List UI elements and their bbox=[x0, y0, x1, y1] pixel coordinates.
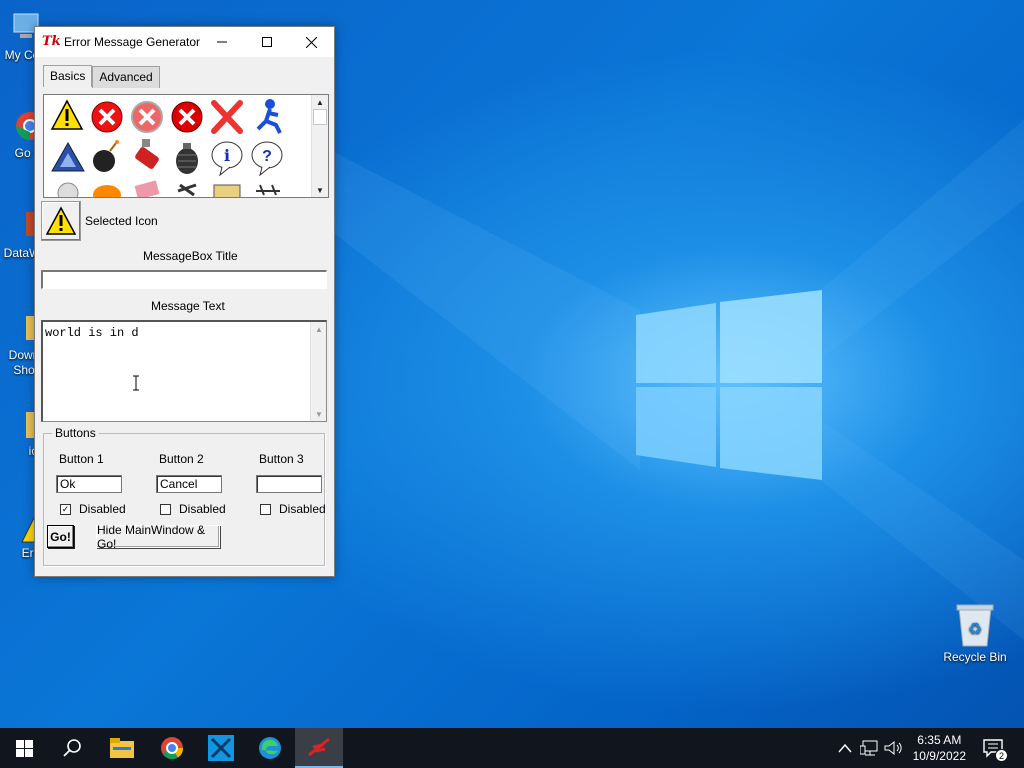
scroll-down-arrow[interactable]: ▼ bbox=[311, 407, 327, 421]
taskbar-error-generator[interactable] bbox=[295, 728, 343, 768]
button1-disabled-checkbox[interactable]: ✓ Disabled bbox=[60, 502, 126, 516]
taskbar-app-blue[interactable] bbox=[197, 728, 245, 768]
x-icon bbox=[211, 100, 243, 134]
edge-icon bbox=[259, 737, 281, 759]
button2-text-input[interactable]: Cancel bbox=[156, 475, 222, 493]
minimize-icon bbox=[216, 41, 227, 43]
start-button[interactable] bbox=[0, 728, 48, 768]
taskbar-file-explorer[interactable] bbox=[98, 728, 146, 768]
minimize-button[interactable] bbox=[199, 27, 244, 57]
button1-label: Button 1 bbox=[59, 452, 104, 466]
maximize-button[interactable] bbox=[244, 27, 289, 57]
buttons-group-legend: Buttons bbox=[52, 426, 99, 440]
tk-feather-icon bbox=[308, 737, 330, 757]
notification-count-badge: 2 bbox=[995, 749, 1008, 762]
messagebox-title-label: MessageBox Title bbox=[143, 249, 238, 263]
windows-start-icon bbox=[15, 739, 33, 757]
button2-disabled-checkbox[interactable]: Disabled bbox=[160, 502, 226, 516]
icon-grid: i ? bbox=[50, 99, 283, 197]
message-text-area[interactable]: world is in d ▲ ▼ bbox=[41, 320, 327, 422]
desktop-icon-recycle-bin[interactable]: ♻ Recycle Bin bbox=[935, 602, 1015, 664]
checkbox-unchecked-icon bbox=[260, 503, 271, 515]
question-bubble-icon: ? bbox=[251, 141, 283, 177]
volume-icon[interactable] bbox=[884, 740, 902, 756]
warning-icon bbox=[46, 206, 76, 235]
error-message-generator-window: Tk Error Message Generator Basics Advanc… bbox=[34, 26, 335, 577]
search-button[interactable] bbox=[48, 728, 96, 768]
scroll-up-arrow[interactable]: ▲ bbox=[311, 322, 327, 336]
checkbox-unchecked-icon bbox=[160, 503, 171, 515]
tab-basics[interactable]: Basics bbox=[43, 65, 93, 87]
delta-icon bbox=[51, 141, 85, 172]
text-cursor-icon bbox=[133, 375, 139, 391]
message-text-label: Message Text bbox=[151, 299, 225, 313]
error-dark-icon bbox=[171, 101, 203, 133]
info-bubble-icon: i bbox=[211, 141, 243, 177]
dynamite-icon bbox=[135, 139, 159, 169]
windows-logo-wallpaper bbox=[636, 290, 822, 480]
icon-picker[interactable]: i ? ▲ ▼ bbox=[43, 94, 329, 198]
taskbar-chrome[interactable] bbox=[148, 728, 196, 768]
maximize-icon bbox=[261, 37, 272, 47]
hide-mainwindow-go-button[interactable]: Hide MainWindow & Go! bbox=[96, 523, 220, 551]
title-bar[interactable]: Tk Error Message Generator bbox=[35, 27, 334, 57]
button1-text-input[interactable]: Ok bbox=[56, 475, 122, 493]
tab-advanced[interactable]: Advanced bbox=[92, 66, 160, 88]
close-icon bbox=[306, 36, 317, 48]
button3-disabled-checkbox[interactable]: Disabled bbox=[260, 502, 326, 516]
messagebox-title-input[interactable] bbox=[41, 270, 327, 289]
chrome-icon bbox=[161, 737, 184, 760]
taskbar-clock[interactable]: 6:35 AM 10/9/2022 bbox=[913, 732, 966, 764]
message-text-scrollbar[interactable]: ▲ ▼ bbox=[310, 322, 326, 421]
warning-icon bbox=[50, 99, 84, 130]
scroll-thumb[interactable] bbox=[313, 109, 327, 125]
app-blue-icon bbox=[208, 735, 234, 761]
aim-runner-icon bbox=[256, 99, 282, 134]
taskbar-edge[interactable] bbox=[246, 728, 294, 768]
file-explorer-icon bbox=[110, 738, 134, 758]
svg-text:i: i bbox=[224, 146, 230, 165]
message-text-value: world is in d bbox=[45, 326, 139, 340]
tab-bar: Basics Advanced bbox=[43, 65, 160, 88]
error-gray-icon bbox=[131, 101, 163, 133]
action-center-button[interactable]: 2 bbox=[974, 728, 1014, 768]
taskbar: 6:35 AM 10/9/2022 2 bbox=[0, 728, 1024, 768]
folder-icon bbox=[213, 184, 241, 197]
svg-text:?: ? bbox=[262, 148, 272, 165]
misc-icon-3 bbox=[134, 180, 160, 197]
scroll-down-arrow[interactable]: ▼ bbox=[312, 183, 328, 197]
button3-text-input[interactable] bbox=[256, 475, 322, 493]
network-icon[interactable] bbox=[860, 740, 878, 756]
bomb-icon bbox=[93, 140, 119, 172]
button3-label: Button 3 bbox=[259, 452, 304, 466]
system-tray bbox=[838, 728, 902, 768]
icon-picker-scrollbar[interactable]: ▲ ▼ bbox=[311, 95, 328, 197]
misc-icon-1 bbox=[57, 182, 79, 197]
buttons-group: Buttons Button 1 Button 2 Button 3 Ok Ca… bbox=[43, 426, 326, 566]
svg-text:♻: ♻ bbox=[968, 621, 982, 638]
button2-label: Button 2 bbox=[159, 452, 204, 466]
misc-icon-4 bbox=[177, 183, 197, 197]
misc-icon-2 bbox=[93, 185, 121, 197]
selected-icon-preview bbox=[41, 201, 81, 241]
search-icon bbox=[63, 739, 81, 757]
clock-time: 6:35 AM bbox=[917, 733, 962, 747]
close-button[interactable] bbox=[289, 27, 334, 57]
go-button[interactable]: Go! bbox=[47, 525, 74, 548]
clock-date: 10/9/2022 bbox=[912, 749, 966, 763]
misc-icon-6 bbox=[256, 184, 280, 196]
checkbox-checked-icon: ✓ bbox=[60, 503, 71, 515]
chevron-up-icon[interactable] bbox=[838, 743, 852, 753]
selected-icon-label: Selected Icon bbox=[85, 214, 158, 228]
grenade-icon bbox=[176, 143, 198, 174]
window-title: Error Message Generator bbox=[64, 35, 201, 49]
tk-app-icon: Tk bbox=[42, 34, 61, 49]
scroll-up-arrow[interactable]: ▲ bbox=[312, 95, 328, 109]
recycle-bin-icon: ♻ bbox=[956, 604, 994, 647]
error-red-icon bbox=[91, 101, 123, 133]
